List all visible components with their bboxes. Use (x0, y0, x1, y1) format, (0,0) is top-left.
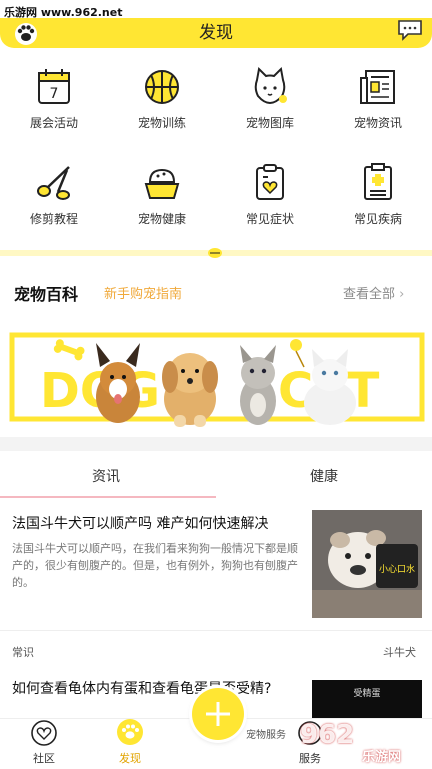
medical-report-icon (364, 163, 392, 200)
calendar-icon: 7 (38, 69, 70, 104)
grid-label: 宠物健康 (137, 212, 186, 226)
grid-item-gallery[interactable]: 宠物图库 (216, 66, 324, 150)
nav-label: 社区 (33, 752, 55, 765)
grid-label: 宠物资讯 (353, 116, 402, 130)
message-icon[interactable] (396, 18, 424, 42)
article-summary: 法国斗牛犬可以顺产吗，在我们看来狗狗一般情况下都是顺产的，很少有刨腹产的。但是，… (12, 542, 298, 589)
article-title[interactable]: 法国斗牛犬可以顺产吗 难产如何快速解决 (12, 513, 308, 533)
grid-item-training[interactable]: 宠物训练 (108, 66, 216, 150)
bone-icon (53, 339, 85, 361)
kitten-image (240, 345, 276, 425)
active-tab-indicator (0, 496, 216, 498)
tab-news[interactable]: 资讯 (92, 466, 120, 486)
list-divider (0, 630, 432, 631)
thumbnail-caption: 受精蛋 (353, 689, 381, 699)
grid-item-health[interactable]: 宠物健康 (108, 162, 216, 246)
paw-icon (117, 719, 143, 745)
nav-discover[interactable]: 发现 (100, 718, 160, 766)
nav-community[interactable]: 社区 (14, 720, 74, 766)
add-post-button[interactable] (192, 688, 244, 740)
baike-title: 宠物百科 (14, 285, 79, 304)
scissors-icon (37, 166, 70, 200)
pull-indicator-icon (208, 248, 222, 258)
grid-item-symptoms[interactable]: 常见症状 (216, 162, 324, 246)
view-all-label[interactable]: 查看全部 (343, 287, 395, 302)
bowl-icon (144, 168, 180, 199)
grid-item-news[interactable]: 宠物资讯 (324, 66, 432, 150)
grid-item-diseases[interactable]: 常见疾病 (324, 162, 432, 246)
article-category[interactable]: 常识 (12, 644, 34, 660)
grid-label: 常见症状 (245, 212, 294, 226)
corgi-image (96, 343, 140, 423)
article-tag[interactable]: 斗牛犬 (383, 644, 416, 660)
baike-subtitle[interactable]: 新手购宠指南 (104, 283, 182, 302)
newspaper-icon (360, 70, 395, 104)
tab-health[interactable]: 健康 (310, 466, 338, 486)
grid-label: 常见疾病 (353, 212, 402, 226)
grid-item-exhibition[interactable]: 7 展会活动 (0, 66, 108, 150)
section-gap (0, 437, 432, 451)
grid-label: 展会活动 (29, 116, 78, 130)
view-all-link[interactable]: 查看全部 › (343, 283, 404, 302)
plus-icon (206, 702, 230, 726)
puppy-image (162, 353, 218, 427)
article-title[interactable]: 如何查看龟体内有蛋和查看龟蛋是否受精? (12, 680, 308, 699)
clipboard-heart-icon (256, 164, 284, 200)
heart-chat-icon (31, 720, 57, 746)
dog-cat-banner[interactable]: DOG CAT (0, 315, 432, 437)
grid-item-grooming[interactable]: 修剪教程 (0, 162, 108, 246)
svg-text:7: 7 (50, 86, 59, 102)
egg-thumbnail[interactable]: 受精蛋 (312, 680, 422, 718)
page-title: 发现 (199, 23, 233, 43)
bulldog-thumbnail[interactable]: 小心口水 (312, 510, 422, 618)
watermark-962: 962 (300, 720, 355, 750)
chevron-right-icon: › (399, 287, 405, 302)
grid-label: 宠物训练 (137, 116, 186, 130)
grid-label: 修剪教程 (29, 212, 78, 226)
nav-label: 服务 (299, 752, 321, 765)
cat-icon (254, 66, 287, 105)
watermark-site: 乐游网 (362, 750, 402, 765)
nav-label: 发现 (119, 752, 141, 765)
grid-label: 宠物图库 (245, 116, 294, 130)
thumbnail-caption: 小心口水 (379, 563, 415, 575)
ball-icon (145, 70, 179, 104)
